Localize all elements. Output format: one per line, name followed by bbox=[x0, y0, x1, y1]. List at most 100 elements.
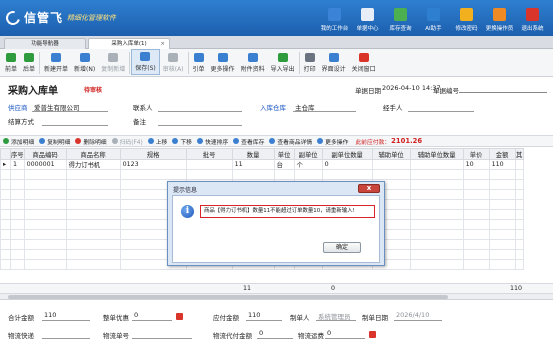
table-cell[interactable] bbox=[371, 159, 411, 170]
toolbar-button-1[interactable]: 后单 bbox=[20, 49, 38, 75]
toolbar-button-4[interactable]: 复制新增 bbox=[98, 49, 128, 75]
detail-toolbar-button-1[interactable]: 复制明细 bbox=[39, 137, 70, 146]
column-header[interactable]: 规格 bbox=[119, 148, 187, 160]
column-header[interactable]: 辅助单位数量 bbox=[409, 148, 464, 160]
topnav-item-3[interactable]: AI助手 bbox=[417, 2, 450, 34]
toolbar-button-12[interactable]: 界面设计 bbox=[319, 49, 349, 75]
topnav-item-1[interactable]: 单据中心 bbox=[351, 2, 384, 34]
ok-button[interactable]: 确定 bbox=[323, 242, 361, 253]
column-header[interactable]: 辅助单位 bbox=[371, 148, 411, 160]
table-row[interactable]: ▸ 1 0000001 得力订书机 0123 11 台个 0 10 110 bbox=[0, 159, 524, 170]
toolbar-button-13[interactable]: 关闭窗口 bbox=[349, 49, 379, 75]
tab-home[interactable]: 功能导航器 bbox=[4, 38, 86, 49]
toolbar-button-0[interactable]: 前单 bbox=[2, 49, 20, 75]
table-cell[interactable]: 11 bbox=[231, 159, 275, 170]
total-amount-field[interactable]: 110 bbox=[44, 311, 56, 319]
detail-toolbar-label: 查看商品详情 bbox=[277, 139, 313, 146]
empty-cell bbox=[514, 169, 524, 180]
table-cell[interactable]: 0000001 bbox=[23, 159, 67, 170]
remark-field[interactable] bbox=[158, 125, 242, 126]
handler-field[interactable] bbox=[408, 111, 474, 112]
supplier-label[interactable]: 供应商 bbox=[8, 102, 28, 112]
table-cell[interactable]: 0123 bbox=[119, 159, 187, 170]
table-cell[interactable]: 0 bbox=[321, 159, 373, 170]
column-header[interactable]: 金额 bbox=[488, 148, 516, 160]
table-cell[interactable]: 台 bbox=[273, 159, 295, 170]
topnav-item-5[interactable]: 更换操作员 bbox=[483, 2, 516, 34]
column-header[interactable]: 副单位 bbox=[293, 148, 323, 160]
empty-cell bbox=[23, 199, 67, 210]
toolbar-button-11[interactable]: 打印 bbox=[301, 49, 319, 75]
tab-purchase-receipt[interactable]: 采购入库单(1) × bbox=[88, 38, 170, 49]
collect-amount-field[interactable]: 0 bbox=[259, 329, 263, 337]
column-header[interactable]: 其 bbox=[514, 148, 524, 160]
number-field[interactable] bbox=[459, 92, 547, 93]
empty-cell bbox=[409, 169, 464, 180]
settlement-field[interactable] bbox=[42, 125, 108, 126]
detail-toolbar-button-4[interactable]: 上移 bbox=[147, 137, 167, 146]
detail-toolbar-button-5[interactable]: 下移 bbox=[172, 137, 192, 146]
tracking-label: 物流单号 bbox=[103, 332, 129, 340]
toolbar-separator bbox=[298, 52, 300, 74]
column-header[interactable]: 数量 bbox=[231, 148, 275, 160]
payable-field[interactable]: 110 bbox=[248, 311, 260, 319]
column-header[interactable]: 序号 bbox=[10, 148, 25, 160]
table-cell[interactable]: 得力订书机 bbox=[65, 159, 121, 170]
column-header[interactable]: 商品编码 bbox=[23, 148, 67, 160]
discount-label: 整单优惠 bbox=[103, 314, 129, 322]
column-header[interactable]: 商品名称 bbox=[65, 148, 121, 160]
toolbar-button-7[interactable]: 引单 bbox=[190, 49, 208, 75]
toolbar-button-10[interactable]: 导入导出 bbox=[268, 49, 298, 75]
dialog-close-button[interactable]: x bbox=[358, 184, 380, 193]
table-cell[interactable]: 个 bbox=[293, 159, 323, 170]
detail-toolbar-button-8[interactable]: 查看商品详情 bbox=[269, 137, 312, 146]
topnav-item-6[interactable]: 退出系统 bbox=[516, 2, 549, 34]
tracking-field[interactable] bbox=[132, 338, 192, 339]
discount-field[interactable]: 0 bbox=[134, 311, 138, 319]
table-cell[interactable] bbox=[514, 159, 524, 170]
table-cell[interactable]: 10 bbox=[462, 159, 490, 170]
import-export-icon bbox=[277, 53, 288, 62]
topnav-item-2[interactable]: 库存查询 bbox=[384, 2, 417, 34]
toolbar-button-3[interactable]: 新增(N) bbox=[71, 49, 98, 75]
detail-toolbar-button-3[interactable]: 扫码(F4) bbox=[111, 137, 143, 146]
detail-toolbar-button-6[interactable]: 快速排序 bbox=[196, 137, 228, 146]
empty-cell bbox=[488, 199, 516, 210]
tab-close-icon[interactable]: × bbox=[160, 39, 165, 49]
table-cell[interactable]: 110 bbox=[488, 159, 516, 170]
scrollbar-thumb[interactable] bbox=[8, 295, 448, 299]
column-header[interactable]: 副单位数量 bbox=[321, 148, 373, 160]
detail-toolbar-button-9[interactable]: 更多操作 bbox=[317, 137, 348, 146]
detail-toolbar-button-2[interactable]: 删除明细 bbox=[75, 137, 107, 146]
freight-picker-icon[interactable] bbox=[369, 331, 376, 338]
toolbar-button-label: 新增(N) bbox=[74, 66, 96, 73]
topnav-item-4[interactable]: 修改密码 bbox=[450, 2, 483, 34]
empty-cell bbox=[0, 239, 11, 250]
collect-amount-underline bbox=[257, 338, 293, 339]
detail-toolbar-button-7[interactable]: 查看库存 bbox=[233, 137, 264, 146]
contact-field[interactable] bbox=[158, 111, 242, 112]
detail-toolbar-button-0[interactable]: 添加明细 bbox=[3, 137, 34, 146]
table-header-row: 序号 商品编码 商品名称 规格 批号 数量 单位 副单位 副单位数量 辅助单位 辅助单位数量 单价 金额… bbox=[0, 148, 524, 160]
toolbar-button-9[interactable]: 附件资料 bbox=[238, 49, 268, 75]
topnav-item-0[interactable]: 我的工作台 bbox=[318, 2, 351, 34]
table-cell[interactable]: 1 bbox=[10, 159, 25, 170]
toolbar-button-2[interactable]: 新建开单 bbox=[41, 49, 71, 75]
toolbar-button-8[interactable]: 更多操作 bbox=[208, 49, 238, 75]
date-field[interactable]: 2026-04-10 14:37 bbox=[382, 84, 441, 92]
empty-cell bbox=[488, 249, 516, 260]
toolbar-button-5[interactable]: 保存(S) bbox=[131, 49, 160, 75]
express-field[interactable] bbox=[42, 338, 90, 339]
warehouse-label[interactable]: 入库仓库 bbox=[260, 102, 286, 112]
freight-field[interactable]: 0 bbox=[327, 329, 331, 337]
toolbar-button-6[interactable]: 审核(A) bbox=[160, 49, 187, 75]
table-cell[interactable] bbox=[185, 159, 233, 170]
empty-cell bbox=[409, 229, 464, 240]
column-header[interactable]: 单价 bbox=[462, 148, 490, 160]
column-header[interactable]: 单位 bbox=[273, 148, 295, 160]
discount-picker-icon[interactable] bbox=[176, 313, 183, 320]
table-cell[interactable] bbox=[409, 159, 464, 170]
horizontal-scrollbar[interactable] bbox=[0, 294, 553, 300]
express-label: 物流快递 bbox=[8, 332, 34, 340]
column-header[interactable]: 批号 bbox=[185, 148, 233, 160]
